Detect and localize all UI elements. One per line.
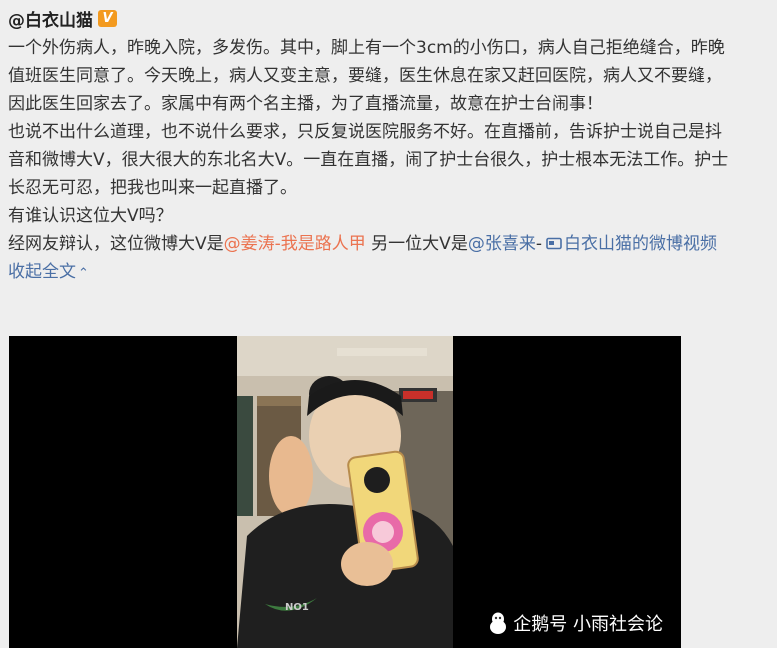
mention-link-1[interactable]: @姜涛 [224,234,275,254]
video-link-label: 白衣山猫的微博视频 [563,234,717,254]
shirt-text: NO1 [285,602,309,613]
collapse-label: 收起全文 [8,262,76,282]
post-header: @白衣山猫 V [8,6,117,31]
post-line: 一个外伤病人，昨晚入院，多发伤。其中，脚上有一个3cm的小伤口，病人自己拒绝缝合… [8,38,725,58]
mentions-middle: 另一位大V是 [365,234,468,254]
post-line: 因此医生回家去了。家属中有两个名主播，为了直播流量，故意在护士台闹事！ [8,94,603,114]
verified-badge-icon: V [98,9,117,27]
post-line: 值班医生同意了。今天晚上，病人又变主意，要缝，医生休息在家又赶回医院，病人又不要… [8,66,722,86]
video-icon [546,237,562,250]
penguin-icon [490,612,507,634]
post-line: 长忍无可忍，把我也叫来一起直播了。 [8,178,297,198]
author-name[interactable]: @白衣山猫 [8,6,93,31]
mentions-prefix: 经网友辩认，这位微博大V是 [8,234,224,254]
mention-link-2[interactable]: @张喜来 [468,234,536,254]
post-line: 音和微博大V，很大很大的东北名大V。一直在直播，闹了护士台很久，护士根本无法工作… [8,150,729,170]
post-line-mentions: 经网友辩认，这位微博大V是@姜涛-我是路人甲 另一位大V是@张喜来- 白衣山猫的微… [8,230,770,258]
video-player[interactable]: NO1 企鹅号 小雨社会论 [9,336,681,648]
weibo-post: @白衣山猫 V 一个外伤病人，昨晚入院，多发伤。其中，脚上有一个3cm的小伤口，… [0,0,777,648]
video-link[interactable]: 白衣山猫的微博视频 [542,234,717,254]
watermark: 企鹅号 小雨社会论 [489,610,663,636]
post-line: 也说不出什么道理，也不说什么要求，只反复说医院服务不好。在直播前，告诉护士说自己… [8,122,722,142]
post-body: 一个外伤病人，昨晚入院，多发伤。其中，脚上有一个3cm的小伤口，病人自己拒绝缝合… [8,34,770,286]
video-frame: NO1 [237,336,453,648]
chevron-up-icon: ⌃ [78,266,89,281]
collapse-button[interactable]: 收起全文 ⌃ [8,258,770,286]
watermark-text: 企鹅号 小雨社会论 [513,614,663,635]
post-line: 有谁认识这位大V吗？ [8,206,173,226]
mention-1-suffix[interactable]: -我是路人甲 [275,234,366,254]
